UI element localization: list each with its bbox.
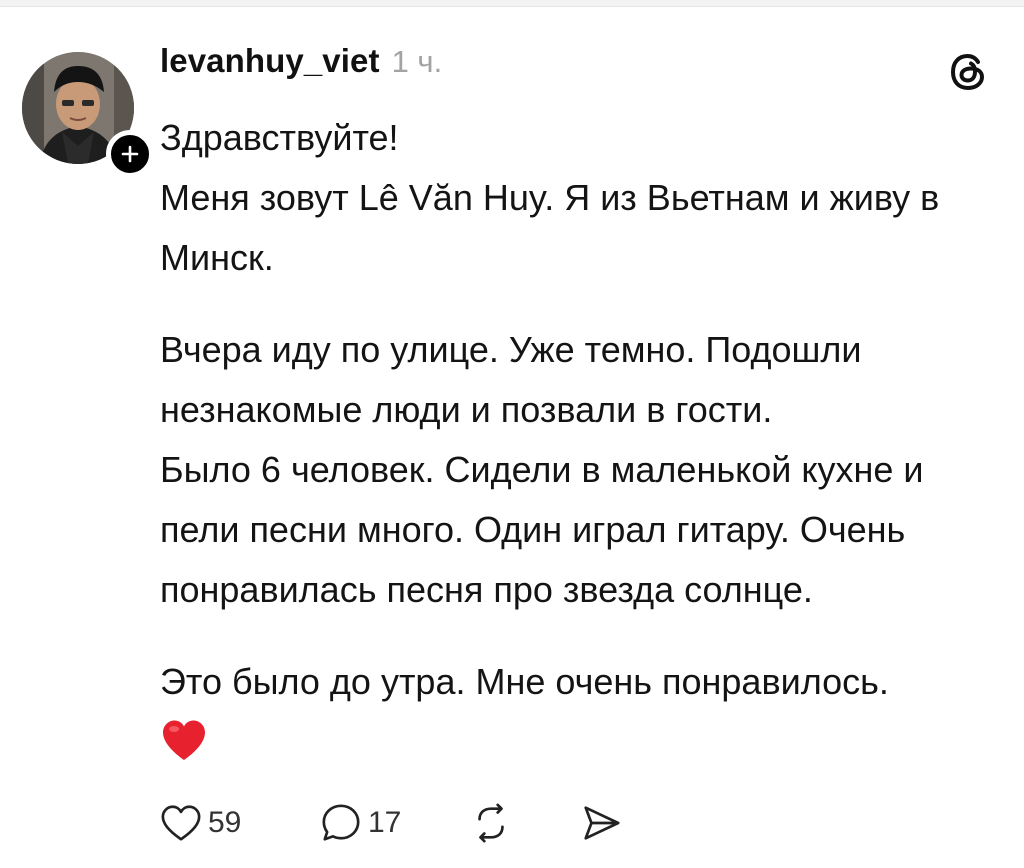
username-link[interactable]: levanhuy_viet	[160, 42, 380, 80]
share-button[interactable]	[580, 795, 622, 851]
plus-icon	[121, 145, 139, 163]
like-count: 59	[208, 806, 242, 839]
repost-icon	[478, 803, 504, 843]
reply-button[interactable]: 17	[320, 795, 470, 851]
avatar-container[interactable]	[20, 50, 154, 178]
post-paragraph: Это было до утра. Мне очень понравилось.	[160, 661, 889, 702]
heart-emoji	[160, 718, 208, 762]
post-paragraph: Вчера иду по улице. Уже темно. Подошли н…	[160, 329, 862, 430]
top-divider	[0, 0, 1024, 7]
threads-logo-icon[interactable]	[944, 48, 992, 96]
repost-button[interactable]	[470, 795, 580, 851]
post-header: levanhuy_viet 1 ч.	[160, 42, 442, 92]
post-paragraph: Меня зовут Lê Văn Huy. Я из Вьетнам и жи…	[160, 177, 940, 278]
post-body: Здравствуйте! Меня зовут Lê Văn Huy. Я и…	[160, 108, 1010, 780]
post-paragraph: Было 6 человек. Сидели в маленькой кухне…	[160, 449, 924, 610]
reply-count: 17	[368, 806, 402, 839]
post-actions: 59 17	[160, 795, 622, 851]
post-timestamp: 1 ч.	[391, 44, 443, 79]
like-button[interactable]: 59	[160, 795, 320, 851]
heart-outline-icon	[161, 805, 201, 841]
post-greeting: Здравствуйте!	[160, 117, 399, 158]
send-icon	[584, 806, 620, 840]
speech-bubble-icon	[322, 804, 360, 841]
follow-button[interactable]	[106, 130, 154, 178]
